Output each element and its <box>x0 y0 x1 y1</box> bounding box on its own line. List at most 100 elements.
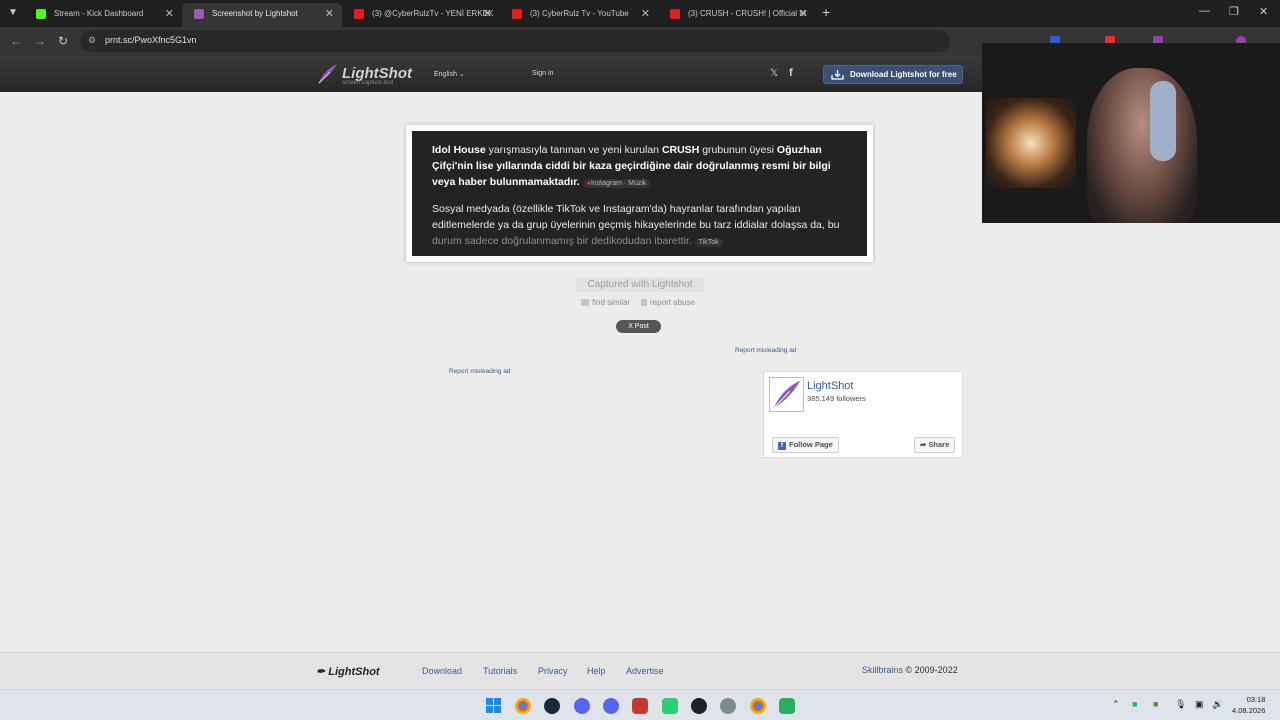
clock-date: 4.08.2026 <box>1232 706 1266 715</box>
tab-youtube-2[interactable]: (3) CyberRulz Tv - YouTube ✕ <box>500 3 658 27</box>
twitter-icon[interactable]: 𝕏 <box>770 68 778 79</box>
screenshot-paragraph-1: Idol House yarışmasıyla tanınan ve yeni … <box>432 142 853 192</box>
headset-image <box>1150 81 1176 161</box>
tab-title: (3) CyberRulz Tv - YouTube <box>530 9 629 18</box>
footer-link-tutorials[interactable]: Tutorials <box>483 666 517 676</box>
screenshot-paragraph-2: Sosyal medyada (özellikle TikTok ve Inst… <box>432 203 840 247</box>
windows-start-icon[interactable] <box>486 698 501 713</box>
screenshot-image[interactable]: Idol House yarışmasıyla tanınan ve yeni … <box>412 131 867 256</box>
screenshot-frame: Idol House yarışmasıyla tanınan ve yeni … <box>406 125 873 262</box>
follower-count: 385,149 followers <box>807 394 866 403</box>
tray-app-icon[interactable]: ■ <box>1132 699 1137 709</box>
feather-logo-icon[interactable] <box>316 63 338 85</box>
site-info-icon[interactable]: ⚙ <box>88 35 98 45</box>
settings-icon[interactable] <box>720 698 736 714</box>
share-label: Share <box>928 440 950 449</box>
report-ad-link[interactable]: Report misleading ad <box>735 347 796 354</box>
reload-icon[interactable]: ↻ <box>58 34 68 48</box>
network-icon[interactable]: ▣ <box>1195 699 1204 710</box>
app-icon[interactable] <box>779 698 795 714</box>
flag-icon <box>641 299 647 306</box>
copyright: Skillbrains © 2009-2022 <box>862 665 958 675</box>
new-tab-icon[interactable]: + <box>822 4 830 20</box>
tray-app-icon[interactable]: ■ <box>1153 699 1158 709</box>
footer-link-advertise[interactable]: Advertise <box>626 666 664 676</box>
clock-time: 03:18 <box>1246 695 1266 704</box>
xbox-icon[interactable] <box>662 698 678 714</box>
facebook-icon[interactable]: f <box>789 67 793 79</box>
chevron-up-icon[interactable]: ⌃ <box>1112 699 1120 710</box>
youtube-icon <box>354 9 364 19</box>
download-button[interactable]: Download Lightshot for free <box>823 65 963 84</box>
facebook-icon: f <box>778 442 786 450</box>
share-button[interactable]: ➦ Share <box>914 437 956 453</box>
page-name[interactable]: LightShot <box>807 380 853 392</box>
volume-icon[interactable]: 🔊 <box>1212 699 1223 710</box>
shield-app-icon[interactable] <box>632 698 648 714</box>
discord-icon[interactable] <box>603 698 619 714</box>
report-abuse-label: report abuse <box>650 298 695 307</box>
tab-title: (3) @CyberRulzTv - YENİ ERKEK <box>372 9 494 18</box>
find-similar-link[interactable]: find similar <box>581 298 630 307</box>
close-icon[interactable]: ✕ <box>325 3 334 25</box>
page-footer: ✒ LightShot Download Tutorials Privacy H… <box>0 652 1280 689</box>
follow-label: Follow Page <box>789 440 833 449</box>
footer-link-download[interactable]: Download <box>422 666 462 676</box>
footer-link-help[interactable]: Help <box>587 666 606 676</box>
minimize-icon[interactable]: — <box>1199 5 1210 17</box>
tab-youtube-1[interactable]: (3) @CyberRulzTv - YENİ ERKEK ✕ <box>342 3 500 27</box>
sign-in-link[interactable]: Sign in <box>532 70 553 77</box>
webcam-overlay <box>982 43 1280 223</box>
window-close-icon[interactable]: ✕ <box>1259 5 1268 18</box>
report-ad-link[interactable]: Report misleading ad <box>449 368 510 375</box>
tab-title: Screenshot by Lightshot <box>212 9 298 18</box>
find-similar-label: find similar <box>592 298 631 307</box>
facebook-page-widget: LightShot 385,149 followers f Follow Page… <box>763 371 963 458</box>
close-icon[interactable]: ✕ <box>165 3 174 25</box>
source-chip: TikTok <box>694 238 723 247</box>
chrome-icon[interactable] <box>515 698 531 714</box>
url-text[interactable]: prnt.sc/PwoXfnc5G1vn <box>105 35 197 45</box>
logo-subtitle: screen capture tool <box>342 80 394 86</box>
report-abuse-link[interactable]: report abuse <box>641 298 695 307</box>
microphone-icon[interactable]: 🎙 <box>1175 699 1186 710</box>
footer-logo[interactable]: ✒ LightShot <box>316 665 380 678</box>
close-icon[interactable]: ✕ <box>483 3 492 25</box>
tab-kick-dashboard[interactable]: Stream - Kick Dashboard ✕ <box>24 3 182 27</box>
discord-icon[interactable] <box>574 698 590 714</box>
chevron-down-icon: ⌄ <box>458 71 465 78</box>
streamer-image <box>1087 68 1197 223</box>
address-bar[interactable]: ⚙ prnt.sc/PwoXfnc5G1vn <box>80 30 950 52</box>
lightshot-icon <box>194 9 204 19</box>
tab-lightshot[interactable]: Screenshot by Lightshot ✕ <box>182 3 342 27</box>
close-icon[interactable]: ✕ <box>799 3 808 25</box>
feather-logo-icon <box>773 380 801 409</box>
company-link[interactable]: Skillbrains <box>862 665 903 675</box>
tab-search-icon[interactable]: ▼ <box>4 5 22 21</box>
follow-page-button[interactable]: f Follow Page <box>772 437 839 453</box>
footer-link-privacy[interactable]: Privacy <box>538 666 568 676</box>
share-icon: ➦ <box>920 440 927 449</box>
tab-title: (3) CRUSH - CRUSH! | Official M <box>688 9 806 18</box>
youtube-icon <box>512 9 522 19</box>
app-icon[interactable] <box>691 698 707 714</box>
download-label: Download Lightshot for free <box>850 70 957 79</box>
system-clock[interactable]: 03:18 4.08.2026 <box>1232 694 1265 716</box>
windows-taskbar: ⌃ ■ ■ 🎙 ▣ 🔊 03:18 4.08.2026 <box>0 689 1280 720</box>
tab-youtube-3[interactable]: (3) CRUSH - CRUSH! | Official M ✕ <box>658 3 816 27</box>
close-icon[interactable]: ✕ <box>641 3 650 25</box>
youtube-icon <box>670 9 680 19</box>
tab-title: Stream - Kick Dashboard <box>54 9 144 18</box>
copyright-years: © 2009-2022 <box>905 665 958 675</box>
restore-icon[interactable]: ❐ <box>1229 5 1239 18</box>
forward-icon[interactable]: → <box>34 34 46 48</box>
footer-logo-text: LightShot <box>328 666 380 678</box>
chrome-icon[interactable] <box>750 698 766 714</box>
back-icon[interactable]: ← <box>10 34 22 48</box>
lamp-image <box>986 98 1076 188</box>
x-post-button[interactable]: X Post <box>616 320 661 333</box>
steam-icon[interactable] <box>544 698 560 714</box>
source-chip: Instagram · Müzik <box>582 179 651 188</box>
page-avatar[interactable] <box>769 377 804 412</box>
language-select[interactable]: English ⌄ <box>434 70 465 78</box>
